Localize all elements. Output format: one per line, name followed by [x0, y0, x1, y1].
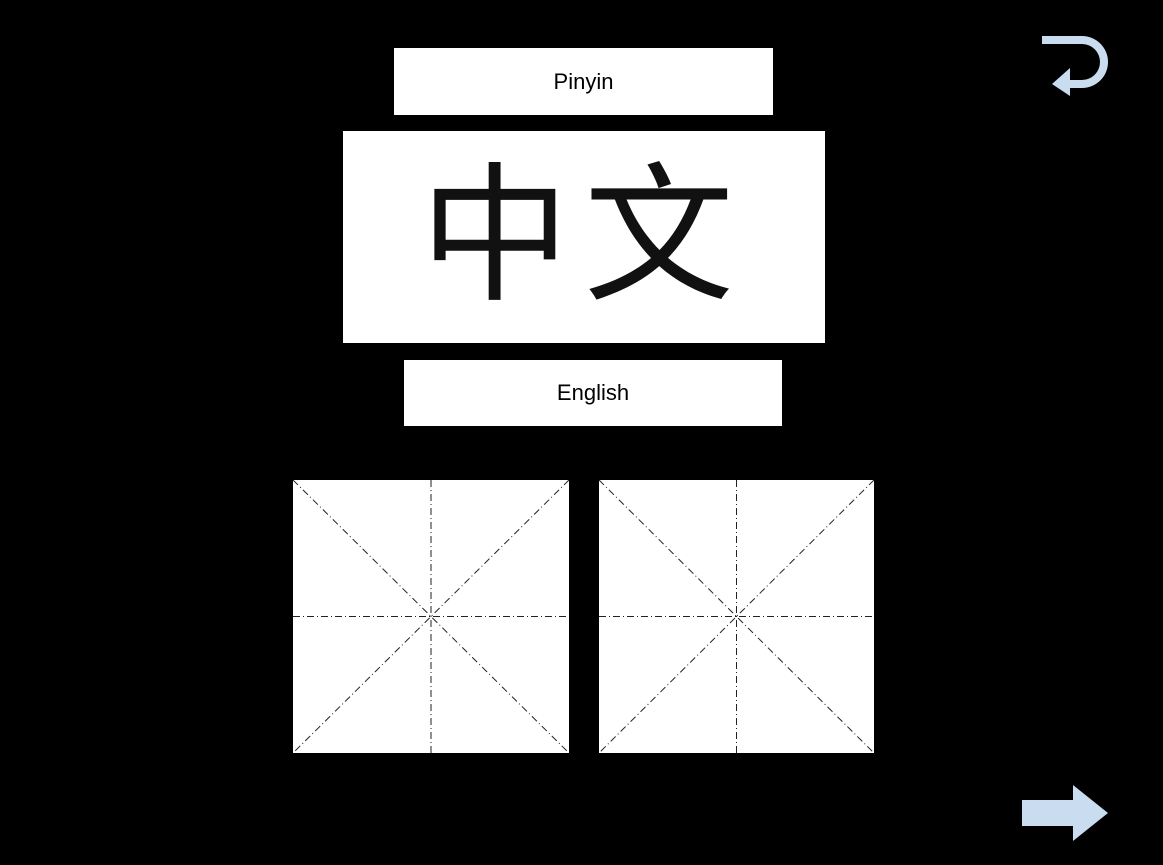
- pinyin-button[interactable]: Pinyin: [394, 48, 773, 115]
- hanzi-display: 中文: [420, 150, 748, 324]
- hanzi-card[interactable]: 中文: [343, 131, 825, 343]
- english-button[interactable]: English: [404, 360, 782, 426]
- pinyin-label: Pinyin: [553, 68, 614, 94]
- tianzi-grid-lines: [599, 480, 874, 753]
- practice-grid-2[interactable]: [599, 480, 874, 753]
- english-label: English: [556, 380, 630, 405]
- practice-grid-1[interactable]: [293, 480, 569, 753]
- next-arrow-icon[interactable]: [1018, 783, 1112, 843]
- return-arrow-icon[interactable]: [1038, 32, 1112, 96]
- tianzi-grid-lines: [293, 480, 569, 753]
- hanzi-text: 中文: [420, 150, 748, 324]
